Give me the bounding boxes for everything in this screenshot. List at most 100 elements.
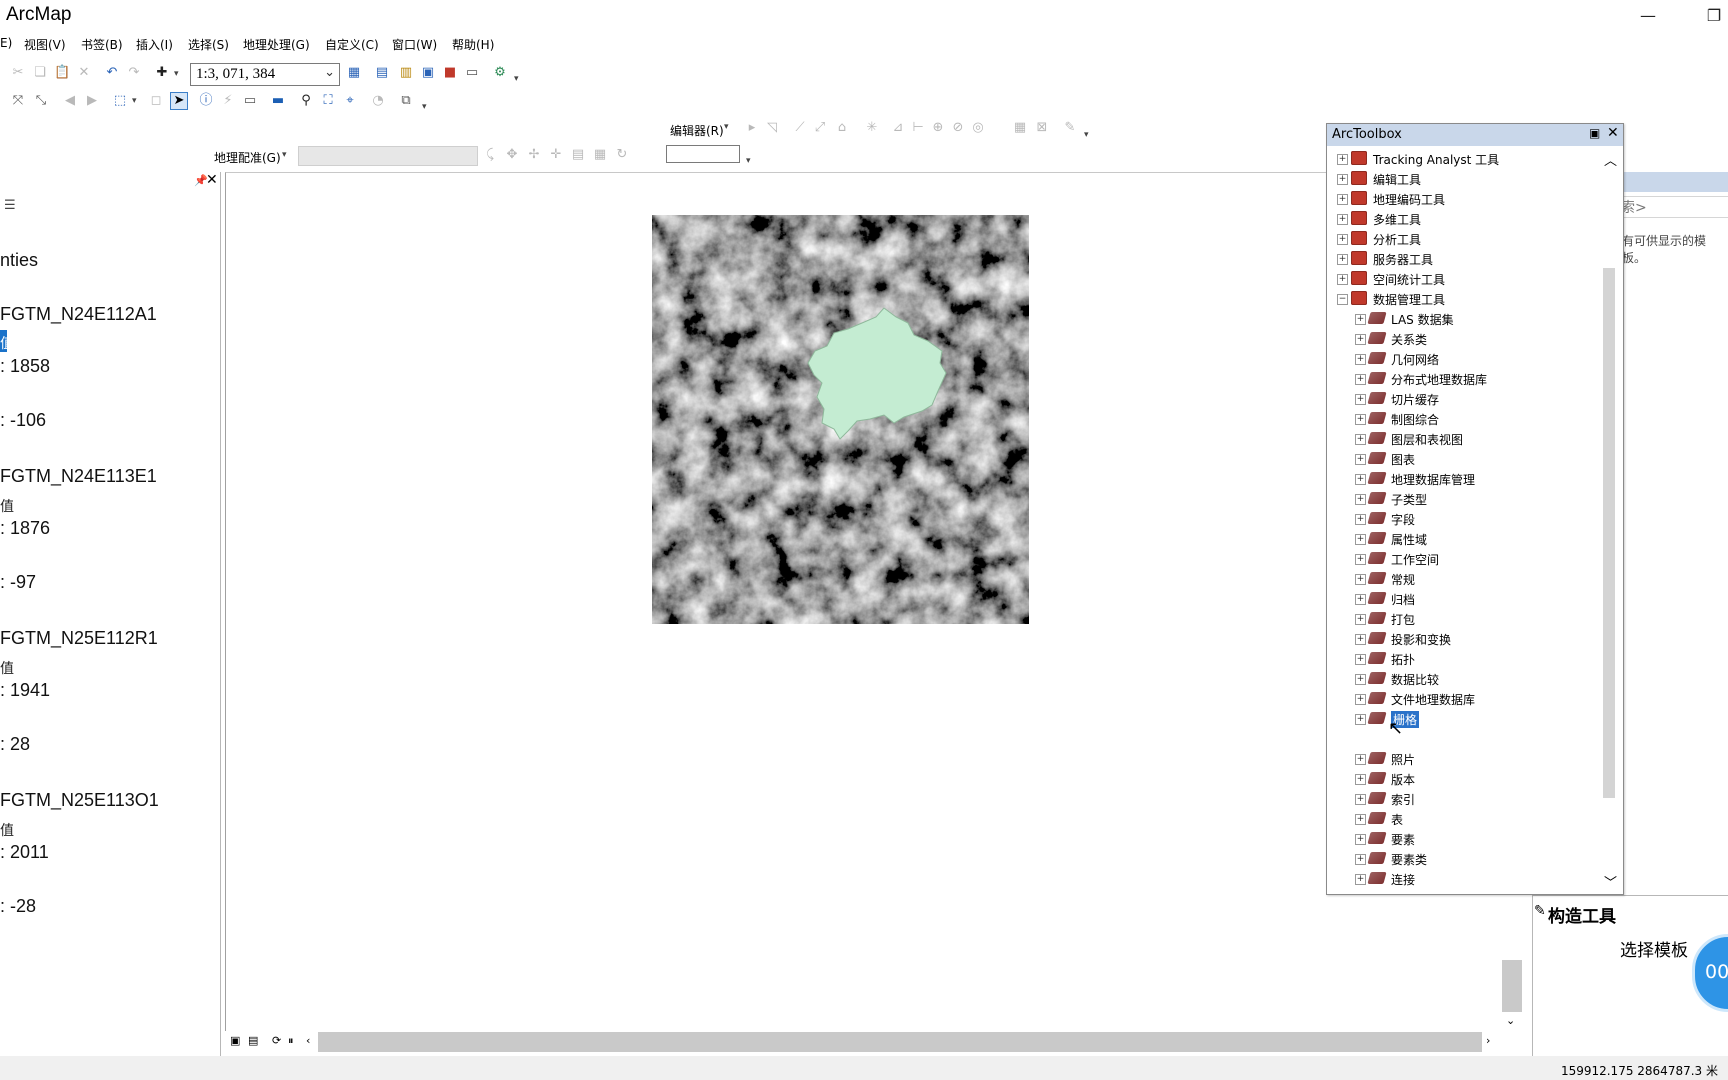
expand-icon[interactable]: + — [1355, 334, 1366, 345]
menu-insert[interactable]: 插入(I) — [136, 36, 173, 53]
scroll-down-icon[interactable]: ﹀ — [1604, 872, 1617, 891]
toolbar-options-icon[interactable]: ▾ — [514, 74, 519, 84]
toolset-item[interactable]: + 要素类 — [1327, 850, 1597, 869]
split-icon[interactable]: ⊢ — [910, 120, 926, 136]
reshape-icon[interactable]: ⊿ — [890, 120, 906, 136]
expand-icon[interactable]: + — [1355, 574, 1366, 585]
restore-button[interactable]: ❐ — [1702, 6, 1726, 26]
toolbox-scroll-thumb[interactable] — [1603, 268, 1615, 798]
toolset-item[interactable]: + 要素 — [1327, 830, 1597, 849]
expand-icon[interactable]: + — [1337, 154, 1348, 165]
toc-layer-name[interactable]: FGTM_N24E112A1 — [0, 304, 157, 325]
rotate-tool-icon[interactable]: ⤹ — [482, 147, 498, 163]
select-features-icon[interactable]: ⬚ — [112, 93, 128, 109]
expand-icon[interactable]: + — [1355, 814, 1366, 825]
toolbox-item[interactable]: + 地理编码工具 — [1327, 190, 1597, 209]
snapping-icon[interactable]: ✳ — [864, 120, 880, 136]
toolset-item[interactable]: + 字段 — [1327, 510, 1597, 529]
menu-windows[interactable]: 窗口(W) — [392, 36, 437, 53]
search-window-icon[interactable]: ▣ — [420, 65, 436, 81]
scroll-right-icon[interactable]: › — [1486, 1034, 1490, 1047]
menu-selection[interactable]: 选择(S) — [188, 36, 229, 53]
editor-menu[interactable]: 编辑器(R) — [670, 122, 724, 139]
maximize-icon[interactable]: ▣ — [1589, 126, 1600, 140]
expand-icon[interactable]: + — [1355, 494, 1366, 505]
cut-polygons-icon[interactable]: ⊕ — [930, 120, 946, 136]
view-link-table-icon[interactable]: ▤ — [570, 147, 586, 163]
toolbox-item[interactable]: + 空间统计工具 — [1327, 270, 1597, 289]
map-horizontal-scrollbar[interactable] — [318, 1032, 1482, 1052]
toolset-item[interactable]: + 文件地理数据库 — [1327, 690, 1597, 709]
rotate-icon[interactable]: ⊘ — [950, 120, 966, 136]
expand-icon[interactable]: + — [1355, 714, 1366, 725]
map-vertical-scrollbar[interactable] — [1502, 960, 1522, 1012]
georef-layer-select[interactable] — [298, 146, 478, 166]
toolset-item[interactable]: + 照片 — [1327, 750, 1597, 769]
measure-icon[interactable]: ▬ — [270, 93, 286, 109]
construction-tools-icon[interactable]: ⌂ — [834, 120, 850, 136]
editing-options-icon[interactable]: ✎ — [1062, 120, 1078, 136]
expand-icon[interactable]: + — [1355, 454, 1366, 465]
menu-view[interactable]: 视图(V) — [24, 36, 66, 53]
minimize-button[interactable]: — — [1636, 6, 1660, 26]
toolbox-scrollbar[interactable]: ︿ ﹀ — [1597, 148, 1622, 893]
expand-icon[interactable]: + — [1355, 554, 1366, 565]
expand-icon[interactable]: + — [1355, 394, 1366, 405]
end-point-arc-icon[interactable]: ⤢ — [812, 120, 828, 136]
expand-icon[interactable]: + — [1355, 594, 1366, 605]
fixed-zoom-out-icon[interactable]: ⤡ — [33, 93, 49, 109]
tools-options-icon[interactable]: ▾ — [422, 102, 427, 112]
go-to-xy-icon[interactable]: ⌖ — [342, 93, 358, 109]
link-table-icon[interactable]: ▦ — [592, 147, 608, 163]
expand-icon[interactable]: + — [1337, 234, 1348, 245]
expand-icon[interactable]: + — [1337, 254, 1348, 265]
expand-icon[interactable]: + — [1355, 774, 1366, 785]
expand-icon[interactable]: + — [1355, 434, 1366, 445]
edit-tool-icon[interactable]: ▸ — [744, 120, 760, 136]
toc-layer-name[interactable]: FGTM_N25E112R1 — [0, 628, 158, 649]
expand-icon[interactable]: + — [1355, 534, 1366, 545]
expand-icon[interactable]: + — [1355, 354, 1366, 365]
expand-icon[interactable]: + — [1355, 674, 1366, 685]
scale-tool-icon[interactable]: ✢ — [526, 147, 542, 163]
scroll-up-icon[interactable]: ︿ — [1604, 150, 1617, 169]
fixed-zoom-in-icon[interactable]: ⤧ — [10, 93, 26, 109]
chevron-down-icon[interactable]: ⌄ — [324, 65, 335, 80]
toolset-item[interactable]: + 连接 — [1327, 870, 1597, 889]
toc-layer-name[interactable]: FGTM_N24E113E1 — [0, 466, 157, 487]
time-slider-icon[interactable]: ◔ — [370, 93, 386, 109]
menu-bookmarks[interactable]: 书签(B) — [81, 36, 123, 53]
toolset-item[interactable]: + 属性域 — [1327, 530, 1597, 549]
expand-icon[interactable]: + — [1337, 274, 1348, 285]
expand-icon[interactable]: + — [1355, 754, 1366, 765]
template-search-input[interactable]: 索> — [1620, 196, 1728, 218]
arctoolbox-icon[interactable]: ■ — [442, 65, 458, 81]
edit-annotation-icon[interactable]: ◹ — [764, 120, 780, 136]
add-control-points-icon[interactable]: ✛ — [548, 147, 564, 163]
expand-icon[interactable]: + — [1355, 654, 1366, 665]
toolset-item[interactable]: + 投影和变换 — [1327, 630, 1597, 649]
identify-icon[interactable]: ⓘ — [198, 93, 214, 109]
toolset-item[interactable]: + 几何网络 — [1327, 350, 1597, 369]
toolset-item[interactable]: + 表 — [1327, 810, 1597, 829]
add-data-icon[interactable]: ✚ — [154, 65, 170, 81]
toc-layer-name[interactable]: FGTM_N25E113O1 — [0, 790, 159, 811]
redo-icon[interactable]: ↷ — [126, 65, 142, 81]
hyperlink-icon[interactable]: ⚡ — [220, 93, 236, 109]
add-data-dropdown-icon[interactable]: ▾ — [174, 69, 179, 79]
editor-options-icon[interactable]: ▾ — [1084, 130, 1089, 140]
scroll-left-icon[interactable]: ‹ — [306, 1034, 310, 1047]
select-dropdown-icon[interactable]: ▾ — [132, 96, 137, 106]
rotate-dropdown-icon[interactable]: ↻ — [614, 147, 630, 163]
select-elements-icon[interactable]: ➤ — [170, 92, 188, 110]
list-by-drawing-order-icon[interactable]: ☰ — [4, 198, 16, 213]
toolset-item[interactable]: + 常规 — [1327, 570, 1597, 589]
attributes-icon[interactable]: ◎ — [970, 120, 986, 136]
expand-icon[interactable]: + — [1355, 634, 1366, 645]
georef-value-input[interactable] — [666, 145, 740, 163]
arctoolbox-titlebar[interactable]: ArcToolbox ▣ ✕ — [1327, 124, 1623, 146]
pause-drawing-icon[interactable]: ⏸ — [288, 1034, 294, 1048]
python-window-icon[interactable]: ▭ — [464, 65, 480, 81]
toolset-item[interactable]: + 版本 — [1327, 770, 1597, 789]
scroll-down-icon[interactable]: ⌄ — [1506, 1014, 1515, 1027]
